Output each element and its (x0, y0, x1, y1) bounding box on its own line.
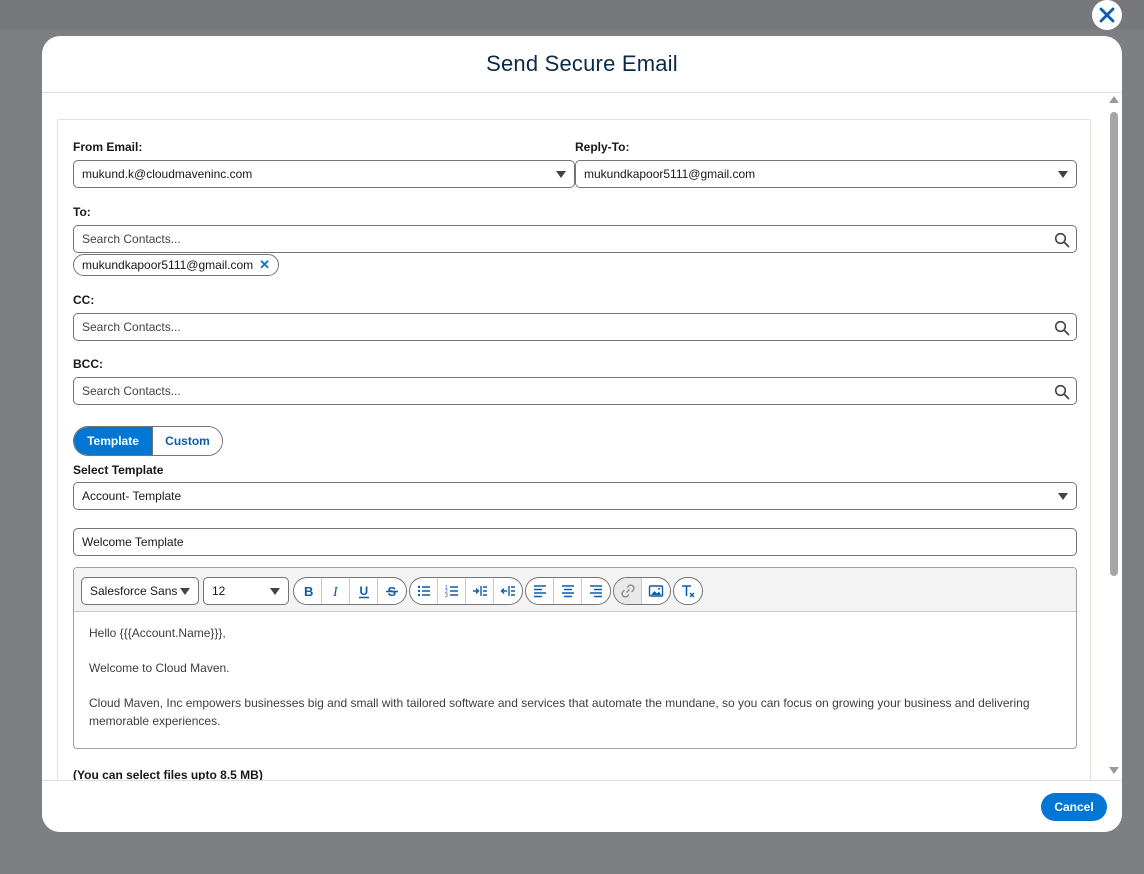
remove-recipient-icon[interactable]: ✕ (259, 257, 270, 273)
recipient-pill: mukundkapoor5111@gmail.com ✕ (73, 254, 280, 276)
modal-body: From Email: mukund.k@cloudmaveninc.com R… (42, 94, 1122, 780)
scroll-up-icon[interactable] (1109, 96, 1119, 103)
format-group: B I U S (293, 577, 407, 605)
modal-header: Send Secure Email (42, 36, 1122, 93)
search-icon[interactable] (1054, 320, 1070, 336)
svg-text:I: I (332, 585, 339, 599)
bcc-search-input[interactable]: Search Contacts... (73, 377, 1077, 405)
bullet-list-button[interactable] (410, 578, 438, 604)
numbered-list-button[interactable]: 123 (438, 578, 466, 604)
clear-formatting-button[interactable] (674, 578, 702, 604)
font-family-value: Salesforce Sans (90, 584, 178, 598)
numbered-list-icon: 123 (445, 585, 458, 599)
bcc-placeholder: Search Contacts... (82, 384, 181, 398)
svg-text:3: 3 (445, 593, 448, 599)
font-size-select[interactable]: 12 (203, 577, 289, 605)
link-button[interactable] (614, 578, 642, 604)
outdent-icon (500, 586, 515, 596)
custom-mode-button[interactable]: Custom (152, 427, 222, 455)
template-select-value: Account- Template (82, 489, 182, 503)
modal-scrollbar[interactable] (1106, 94, 1122, 780)
subject-input[interactable]: Welcome Template (73, 528, 1077, 556)
from-email-value: mukund.k@cloudmaveninc.com (82, 167, 253, 181)
attachment-size-note: (You can select files upto 8.5 MB) (73, 768, 263, 780)
mode-toggle: Template Custom (73, 426, 223, 456)
insert-image-button[interactable] (642, 578, 670, 604)
reply-to-label: Reply-To: (575, 140, 630, 154)
scroll-thumb[interactable] (1110, 112, 1118, 576)
svg-text:U: U (359, 584, 368, 598)
scroll-down-icon[interactable] (1109, 767, 1119, 774)
cc-search-input[interactable]: Search Contacts... (73, 313, 1077, 341)
cancel-button[interactable]: Cancel (1041, 793, 1107, 821)
strikethrough-button[interactable]: S (378, 578, 406, 604)
image-icon (648, 585, 664, 597)
font-size-value: 12 (212, 584, 226, 598)
from-email-label: From Email: (73, 140, 143, 154)
indent-icon (472, 586, 487, 596)
bullet-list-icon (417, 585, 430, 597)
insert-group (613, 577, 671, 605)
font-family-select[interactable]: Salesforce Sans (81, 577, 199, 605)
chevron-down-icon (180, 588, 190, 595)
align-right-icon (590, 585, 602, 598)
editor-paragraph: Cloud Maven, Inc empowers businesses big… (89, 696, 1030, 728)
editor-toolbar: Salesforce Sans 12 B I U S 1 2 3 (74, 568, 1076, 612)
editor-body[interactable]: Hello {{{Account.Name}}}, Welcome to Clo… (74, 612, 1076, 748)
align-group (525, 577, 611, 605)
template-select[interactable]: Account- Template (73, 482, 1077, 510)
search-icon[interactable] (1054, 384, 1070, 400)
chevron-down-icon (1058, 171, 1068, 178)
indent-button[interactable] (466, 578, 494, 604)
italic-icon: I (332, 585, 339, 599)
background-page-header (0, 0, 1144, 30)
underline-button[interactable]: U (350, 578, 378, 604)
close-icon (1095, 3, 1119, 27)
to-placeholder: Search Contacts... (82, 232, 181, 246)
bold-icon: B (304, 584, 313, 599)
reply-to-select[interactable]: mukundkapoor5111@gmail.com (575, 160, 1077, 188)
chevron-down-icon (270, 588, 280, 595)
clear-format-group (673, 577, 703, 605)
align-left-icon (533, 585, 546, 598)
strikethrough-icon: S (386, 584, 398, 599)
to-search-input[interactable]: Search Contacts... (73, 225, 1077, 253)
cc-label: CC: (73, 293, 95, 307)
cc-placeholder: Search Contacts... (82, 320, 181, 334)
align-center-button[interactable] (554, 578, 582, 604)
modal-footer: Cancel (42, 780, 1122, 832)
svg-text:B: B (304, 584, 313, 599)
align-left-button[interactable] (526, 578, 554, 604)
bold-button[interactable]: B (294, 578, 322, 604)
clear-formatting-icon (682, 585, 695, 598)
from-email-select[interactable]: mukund.k@cloudmaveninc.com (73, 160, 575, 188)
italic-button[interactable]: I (322, 578, 350, 604)
modal-title: Send Secure Email (486, 51, 678, 76)
chevron-down-icon (1058, 493, 1068, 500)
to-label: To: (73, 205, 91, 219)
subject-value: Welcome Template (82, 535, 184, 549)
align-right-button[interactable] (582, 578, 610, 604)
search-icon[interactable] (1054, 232, 1070, 248)
editor-welcome-line: Welcome to Cloud Maven. (89, 661, 230, 675)
underline-icon: U (358, 584, 369, 599)
chevron-down-icon (556, 171, 566, 178)
editor-greeting: Hello {{{Account.Name}}}, (89, 626, 226, 640)
link-icon (620, 584, 635, 598)
bcc-label: BCC: (73, 357, 103, 371)
list-group: 123 (409, 577, 523, 605)
outdent-button[interactable] (494, 578, 522, 604)
recipient-email: mukundkapoor5111@gmail.com (82, 258, 254, 272)
template-mode-button[interactable]: Template (74, 427, 152, 455)
send-secure-email-modal: Send Secure Email From Email: mukund.k@c… (42, 36, 1122, 832)
email-form: From Email: mukund.k@cloudmaveninc.com R… (57, 119, 1091, 780)
close-modal-button[interactable] (1092, 0, 1122, 30)
select-template-label: Select Template (73, 463, 164, 477)
rich-text-editor: Salesforce Sans 12 B I U S 1 2 3 Hello {… (73, 567, 1077, 749)
align-center-icon (561, 585, 574, 598)
reply-to-value: mukundkapoor5111@gmail.com (584, 167, 756, 181)
